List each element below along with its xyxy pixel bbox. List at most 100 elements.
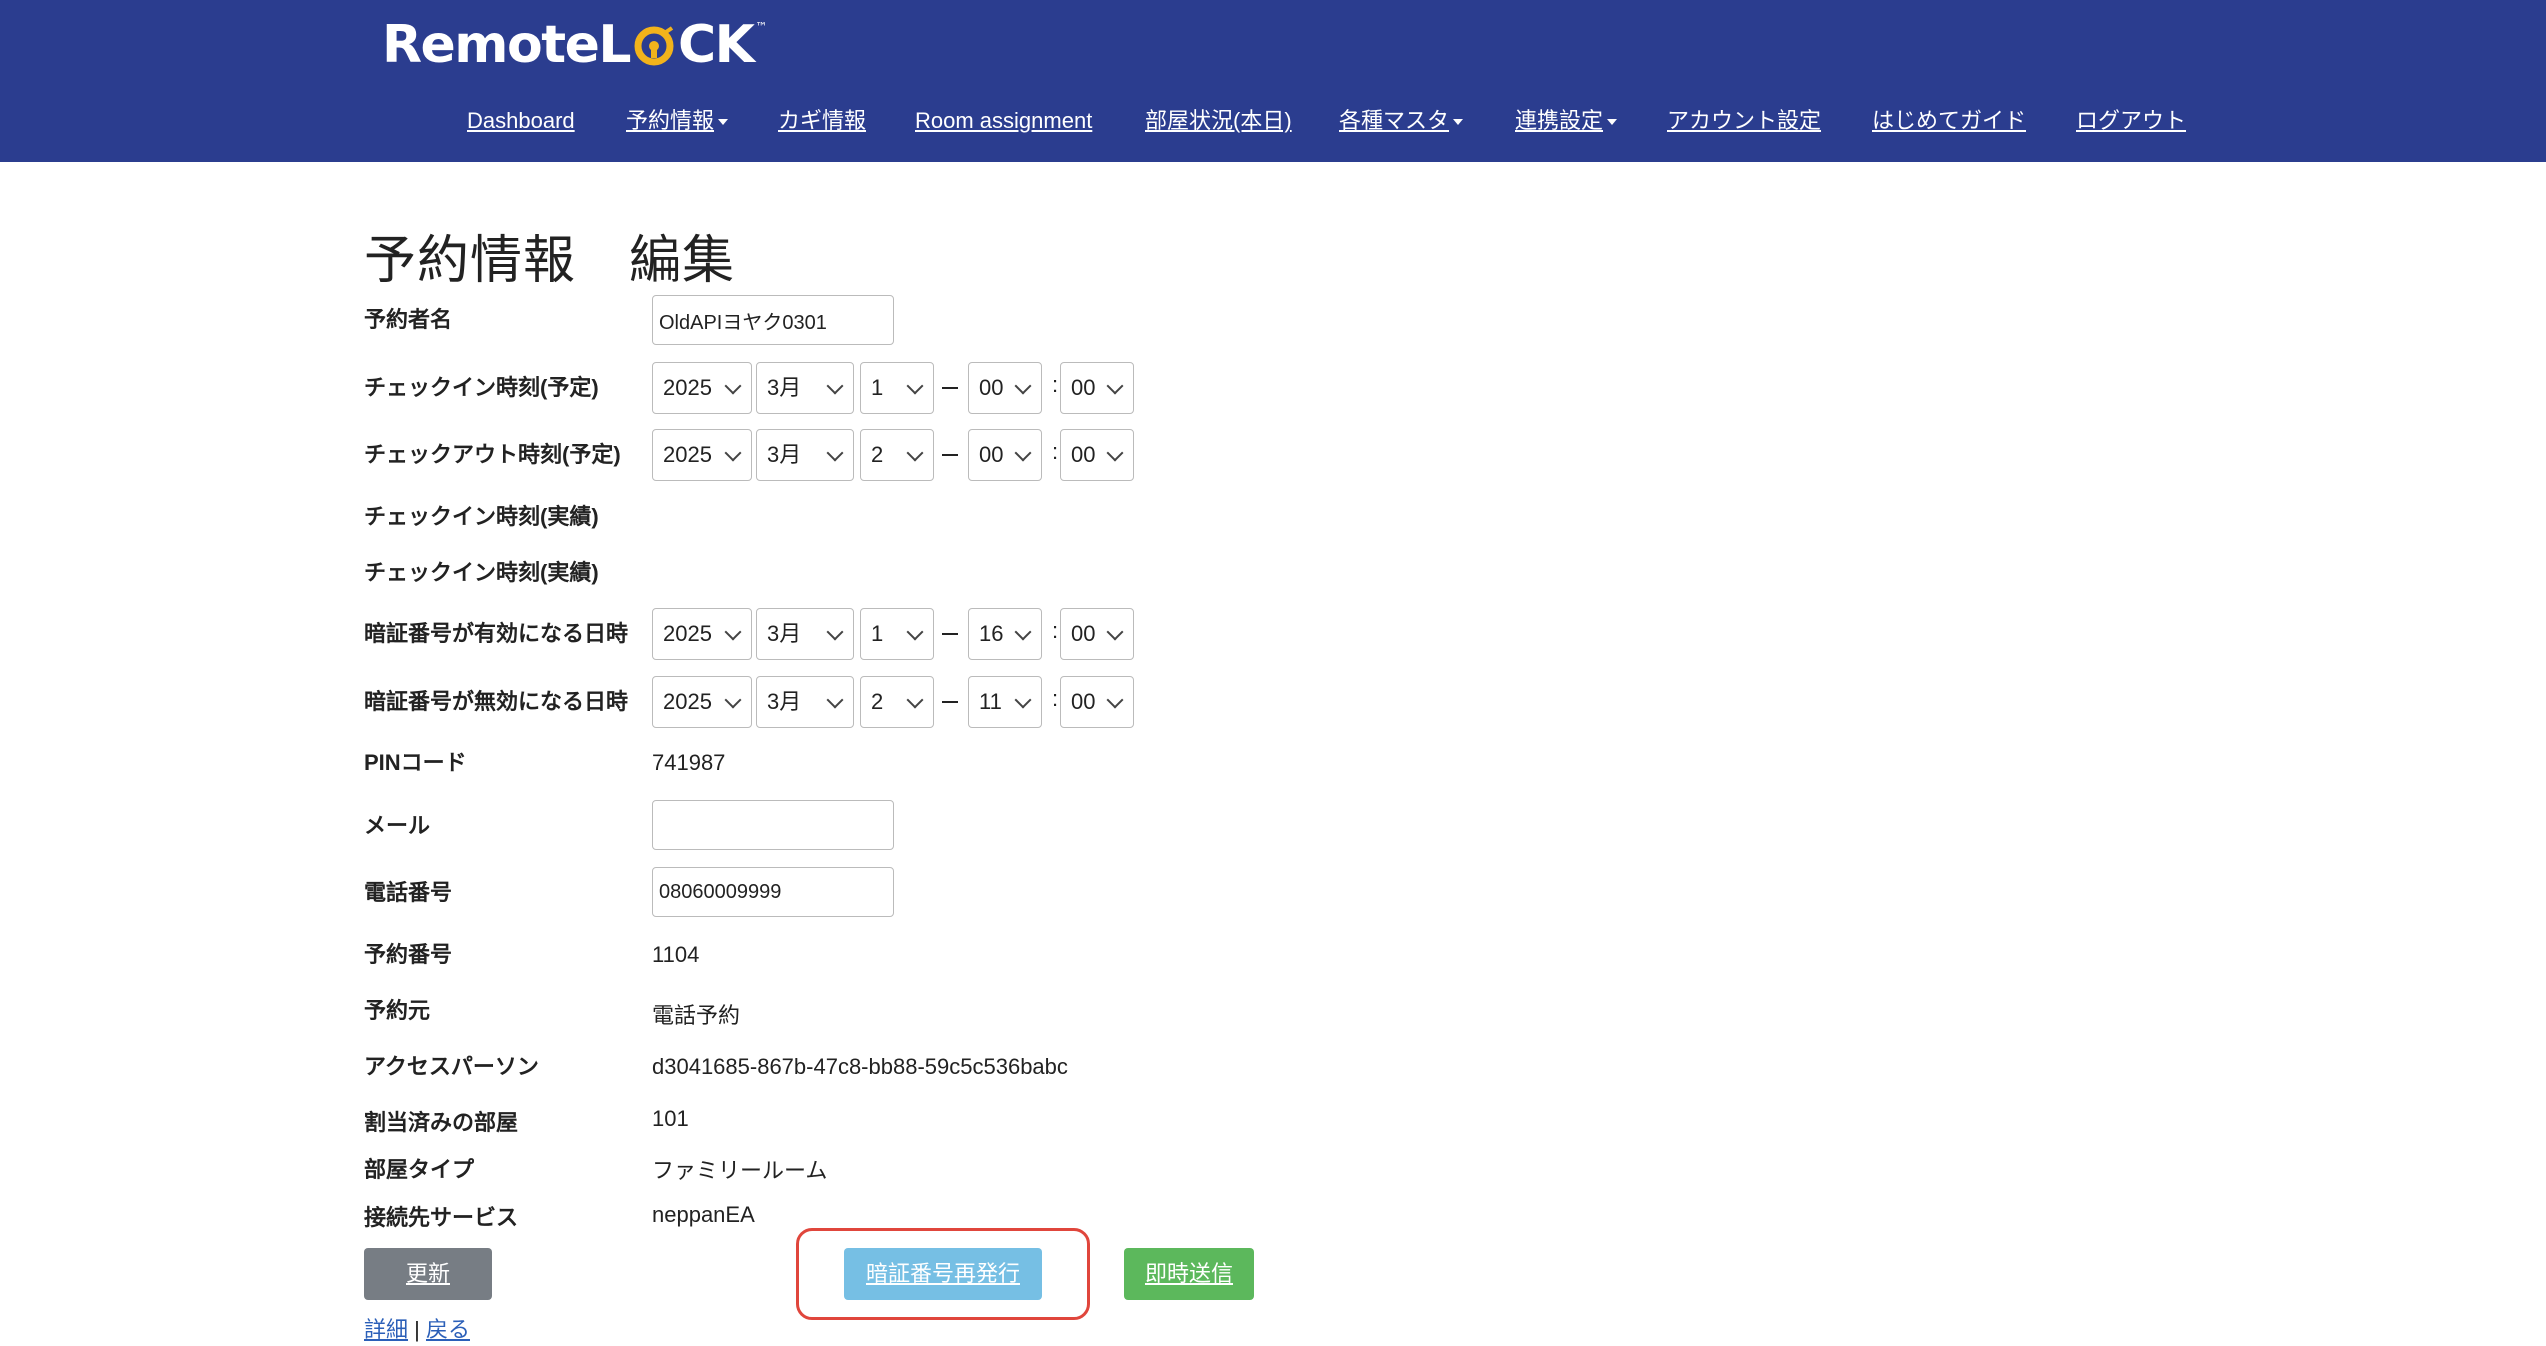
time-colon: : [1052, 372, 1059, 397]
nav-account-settings[interactable]: アカウント設定 [1667, 104, 1821, 138]
update-button[interactable]: 更新 [364, 1248, 492, 1300]
time-colon: : [1052, 686, 1059, 711]
checkout-planned-label: チェックアウト時刻(予定) [364, 442, 621, 467]
chevron-down-icon [1014, 377, 1032, 395]
lock-o-icon [634, 26, 674, 66]
connected-service-value: neppanEA [652, 1202, 755, 1227]
year-select[interactable]: 2025 [652, 362, 752, 414]
logo-text-remote: Remote [382, 15, 600, 75]
pin-code-value: 741987 [652, 750, 726, 775]
hour-select[interactable]: 11 [968, 676, 1042, 728]
hour-value: 00 [979, 375, 1004, 400]
room-type-value: ファミリールーム [652, 1158, 828, 1183]
chevron-down-icon [906, 691, 924, 709]
assigned-room-label: 割当済みの部屋 [364, 1110, 519, 1135]
chevron-down-icon [1106, 623, 1124, 641]
back-link[interactable]: 戻る [426, 1317, 470, 1342]
chevron-down-icon [1106, 377, 1124, 395]
day-value: 1 [871, 375, 884, 400]
chevron-down-icon [1014, 623, 1032, 641]
year-select[interactable]: 2025 [652, 608, 752, 660]
footer-links: 詳細 | 戻る [364, 1312, 470, 1344]
chevron-down-icon [1106, 444, 1124, 462]
minute-select[interactable]: 00 [1060, 676, 1134, 728]
guest-name-input[interactable] [652, 295, 894, 345]
minute-select[interactable]: 00 [1060, 362, 1134, 414]
month-select[interactable]: 3月 [756, 429, 854, 481]
year-select[interactable]: 2025 [652, 429, 752, 481]
detail-link[interactable]: 詳細 [364, 1317, 408, 1342]
remotelock-logo[interactable]: Remote L CK ™ [382, 10, 767, 80]
month-value: 3月 [767, 375, 802, 400]
nav-account-settings-label: アカウント設定 [1667, 108, 1822, 133]
email-input[interactable] [652, 800, 894, 850]
nav-integrations[interactable]: 連携設定 [1515, 104, 1618, 138]
nav-room-status[interactable]: 部屋状況(本日) [1145, 104, 1292, 138]
chevron-down-icon [724, 377, 742, 395]
range-dash [942, 701, 958, 703]
chevron-down-icon [826, 691, 844, 709]
chevron-down-icon [826, 623, 844, 641]
chevron-down-icon [826, 444, 844, 462]
month-select[interactable]: 3月 [756, 676, 854, 728]
chevron-down-icon [906, 377, 924, 395]
nav-dashboard[interactable]: Dashboard [467, 104, 575, 138]
day-value: 2 [871, 442, 884, 467]
caret-down-icon [1453, 119, 1464, 126]
nav-room-assignment-label: Room assignment [915, 108, 1093, 133]
connected-service-label: 接続先サービス [364, 1205, 519, 1230]
chevron-down-icon [826, 377, 844, 395]
pin-valid-until-label: 暗証番号が無効になる日時 [364, 689, 629, 714]
minute-select[interactable]: 00 [1060, 429, 1134, 481]
email-label: メール [364, 813, 431, 838]
nav-getting-started-label: はじめてガイド [1872, 108, 2027, 133]
year-value: 2025 [663, 621, 712, 646]
minute-value: 00 [1071, 689, 1096, 714]
nav-masters[interactable]: 各種マスタ [1339, 104, 1464, 138]
day-select[interactable]: 2 [860, 676, 934, 728]
hour-select[interactable]: 00 [968, 429, 1042, 481]
minute-select[interactable]: 00 [1060, 608, 1134, 660]
checkin-actual-label-2: チェックイン時刻(実績) [364, 560, 599, 585]
year-select[interactable]: 2025 [652, 676, 752, 728]
nav-room-assignment[interactable]: Room assignment [915, 104, 1092, 138]
reservation-number-label: 予約番号 [364, 942, 453, 967]
hour-select[interactable]: 16 [968, 608, 1042, 660]
nav-keys[interactable]: カギ情報 [778, 104, 866, 138]
time-colon: : [1052, 618, 1059, 643]
nav-getting-started[interactable]: はじめてガイド [1872, 104, 2026, 138]
reservation-source-label: 予約元 [364, 998, 431, 1023]
range-dash [942, 454, 958, 456]
room-type-label: 部屋タイプ [364, 1157, 475, 1182]
year-value: 2025 [663, 375, 712, 400]
day-value: 1 [871, 621, 884, 646]
year-value: 2025 [663, 689, 712, 714]
minute-value: 00 [1071, 621, 1096, 646]
nav-room-status-label: 部屋状況(本日) [1145, 108, 1292, 133]
nav-integrations-label: 連携設定 [1515, 108, 1604, 133]
guest-name-label: 予約者名 [364, 307, 453, 332]
range-dash [942, 633, 958, 635]
month-value: 3月 [767, 621, 802, 646]
range-dash [942, 387, 958, 389]
month-select[interactable]: 3月 [756, 608, 854, 660]
day-select[interactable]: 1 [860, 608, 934, 660]
reissue-pin-button[interactable]: 暗証番号再発行 [844, 1248, 1042, 1300]
logo-text-lock: L CK [598, 15, 755, 75]
time-colon: : [1052, 439, 1059, 464]
day-select[interactable]: 2 [860, 429, 934, 481]
hour-value: 11 [979, 689, 1002, 714]
day-select[interactable]: 1 [860, 362, 934, 414]
chevron-down-icon [724, 444, 742, 462]
nav-logout[interactable]: ログアウト [2076, 104, 2186, 138]
reservation-source-value: 電話予約 [652, 1003, 741, 1028]
nav-reservations[interactable]: 予約情報 [626, 104, 729, 138]
checkin-planned-label: チェックイン時刻(予定) [364, 375, 599, 400]
year-value: 2025 [663, 442, 712, 467]
month-value: 3月 [767, 689, 802, 714]
hour-select[interactable]: 00 [968, 362, 1042, 414]
reservation-number-value: 1104 [652, 942, 700, 967]
phone-input[interactable] [652, 867, 894, 917]
month-select[interactable]: 3月 [756, 362, 854, 414]
send-now-button[interactable]: 即時送信 [1124, 1248, 1254, 1300]
